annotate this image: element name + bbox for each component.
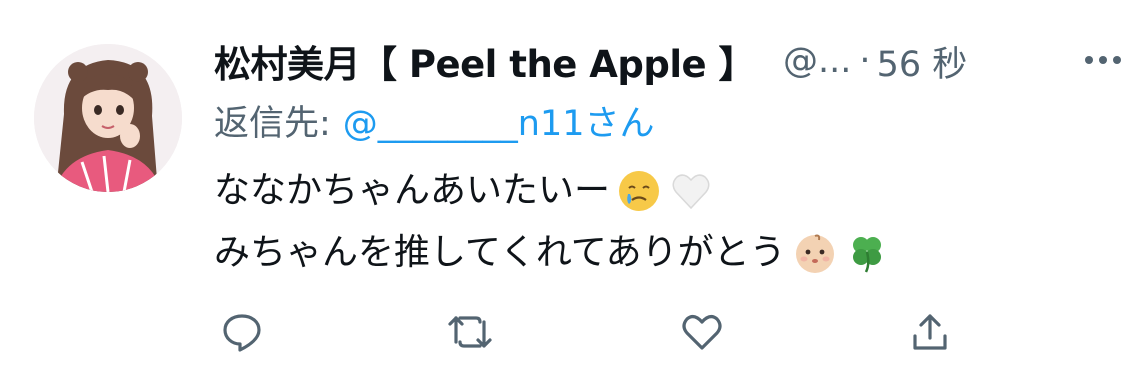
tweet-text-line: みちゃんを推してくれてありがとう — [214, 232, 786, 273]
like-button[interactable] — [674, 304, 730, 360]
user-handle[interactable]: @... — [783, 41, 851, 81]
reply-button[interactable] — [214, 304, 270, 360]
display-name[interactable]: 松村美月【 Peel the Apple 】 — [214, 34, 756, 88]
share-icon — [913, 314, 947, 350]
separator-dot: · — [859, 41, 871, 81]
tweet-header: 松村美月【 Peel the Apple 】 @... · 56 秒 — [214, 34, 967, 88]
face-holding-back-tears-icon — [619, 171, 660, 211]
white-heart-icon — [672, 174, 710, 210]
share-button[interactable] — [902, 304, 958, 360]
tweet-actions — [214, 300, 974, 360]
tweet-text: ななかちゃんあいたいー みちゃんを推してくれてありがとう — [214, 160, 890, 284]
tweet-text-line-2: みちゃんを推してくれてありがとう — [214, 222, 890, 284]
four-leaf-clover-icon — [852, 237, 881, 273]
reply-mention-link[interactable]: @________n11さん — [343, 95, 655, 146]
timestamp[interactable]: 56 秒 — [877, 36, 968, 87]
more-icon — [1085, 56, 1121, 64]
reply-prefix: 返信先: — [214, 103, 331, 144]
retweet-button[interactable] — [442, 304, 498, 360]
like-icon — [682, 315, 722, 350]
avatar[interactable] — [34, 44, 182, 192]
tweet-card[interactable]: 松村美月【 Peel the Apple 】 @... · 56 秒 返信先: … — [0, 0, 1140, 380]
more-options-button[interactable] — [1078, 42, 1128, 78]
reply-context: 返信先: @________n11さん — [214, 96, 655, 144]
reply-icon — [223, 314, 261, 352]
baby-face-icon — [795, 234, 834, 273]
retweet-icon — [448, 316, 492, 348]
tweet-text-line-1: ななかちゃんあいたいー — [214, 160, 890, 222]
tweet-text-line: ななかちゃんあいたいー — [214, 170, 611, 211]
